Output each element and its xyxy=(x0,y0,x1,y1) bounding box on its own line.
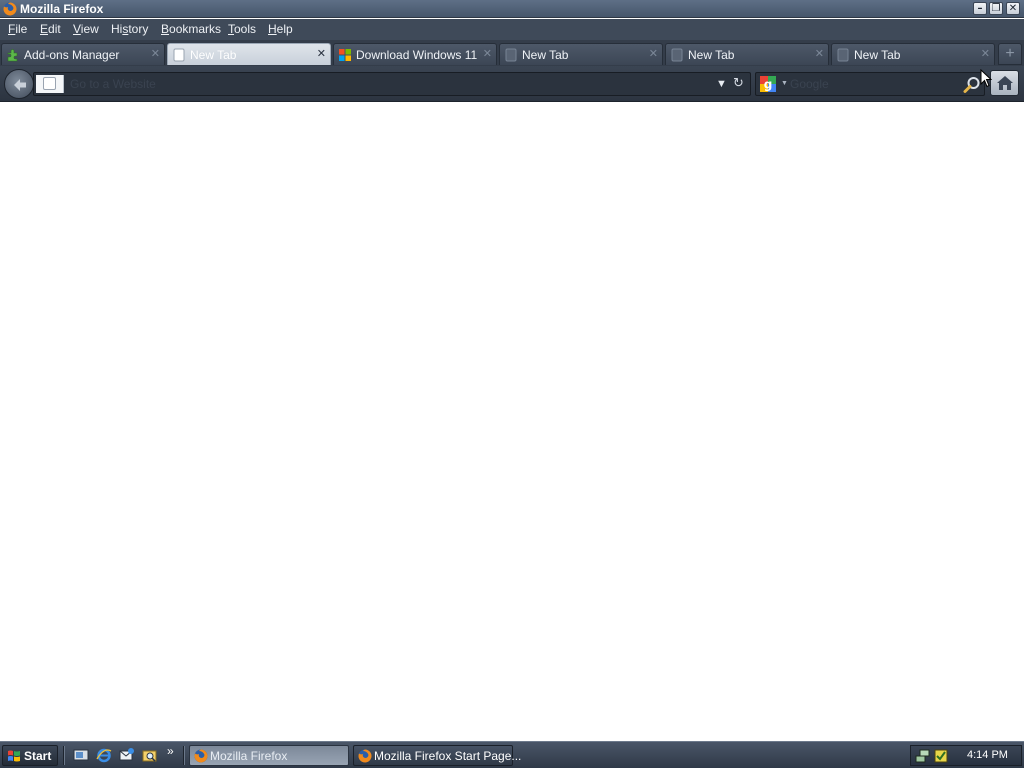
tab-new-tab[interactable]: New Tab ✕ xyxy=(831,43,995,65)
url-input[interactable] xyxy=(70,76,710,92)
tab-download-windows-11[interactable]: Download Windows 11 ✕ xyxy=(333,43,497,65)
windows-flag-icon xyxy=(7,749,21,766)
menu-file[interactable]: File xyxy=(8,22,27,36)
menu-history[interactable]: History xyxy=(111,22,148,36)
blank-page-icon xyxy=(670,48,684,62)
clock: 4:14 PM xyxy=(967,749,1008,761)
firefox-logo-icon xyxy=(3,2,17,19)
internet-explorer-icon[interactable] xyxy=(96,747,112,763)
taskbar-button-firefox-start-page[interactable]: Mozilla Firefox Start Page... xyxy=(353,745,521,766)
menu-tools[interactable]: Tools xyxy=(228,22,256,36)
new-tab-plus-icon[interactable]: + xyxy=(998,43,1022,65)
task-label: Mozilla Firefox Start Page... xyxy=(374,749,522,763)
close-tab-icon[interactable]: ✕ xyxy=(649,47,658,60)
close-tab-icon[interactable]: ✕ xyxy=(815,47,824,60)
tab-addons-manager[interactable]: Add-ons Manager ✕ xyxy=(1,43,165,65)
taskbar-separator xyxy=(183,746,185,765)
search-bar[interactable]: g ▼ xyxy=(755,72,985,96)
close-button[interactable]: ✕ xyxy=(1006,2,1020,15)
security-shield-icon[interactable] xyxy=(933,748,949,767)
blank-page-icon xyxy=(836,48,850,62)
taskbar-separator xyxy=(63,746,65,765)
close-tab-icon[interactable]: ✕ xyxy=(151,47,160,60)
tab-new-tab[interactable]: New Tab ✕ xyxy=(499,43,663,65)
google-icon[interactable]: g xyxy=(760,76,776,95)
window-title-bar: Mozilla Firefox – ❐ ✕ xyxy=(0,0,1024,18)
svg-text:g: g xyxy=(764,78,773,92)
firefox-logo-icon xyxy=(194,749,208,766)
engine-dropdown-icon[interactable]: ▼ xyxy=(781,80,788,87)
page-content-area[interactable] xyxy=(0,103,1024,741)
close-tab-icon[interactable]: ✕ xyxy=(981,47,990,60)
tab-label: New Tab xyxy=(522,48,569,62)
firefox-logo-icon xyxy=(358,749,372,766)
address-bar[interactable]: ▼ ↻ xyxy=(33,72,751,96)
show-desktop-icon[interactable] xyxy=(73,747,89,763)
start-label: Start xyxy=(24,749,52,763)
puzzle-icon xyxy=(6,48,20,62)
search-magnifier-icon[interactable] xyxy=(963,76,981,97)
menu-bookmarks[interactable]: Bookmarks xyxy=(161,22,221,36)
search-input[interactable] xyxy=(790,76,950,92)
minimize-button[interactable]: – xyxy=(973,2,987,15)
tab-label: New Tab xyxy=(190,48,237,62)
tab-new-tab-active[interactable]: New Tab ✕ xyxy=(167,43,331,65)
blank-page-icon xyxy=(172,48,186,62)
system-tray: 4:14 PM xyxy=(910,745,1022,766)
outlook-express-icon[interactable] xyxy=(119,747,135,763)
blank-page-icon xyxy=(504,48,518,62)
search-folder-icon[interactable] xyxy=(142,747,158,763)
window-title: Mozilla Firefox xyxy=(20,2,104,16)
history-dropdown-icon[interactable]: ▼ xyxy=(716,78,727,90)
back-arrow-icon xyxy=(14,79,26,91)
close-tab-icon[interactable]: ✕ xyxy=(483,47,492,60)
tab-label: Download Windows 11 xyxy=(356,48,478,62)
tab-label: Add-ons Manager xyxy=(24,48,120,62)
taskbar: Start » Mozilla Firefox Mozilla Firefox … xyxy=(0,741,1024,768)
menu-help[interactable]: Help xyxy=(268,22,293,36)
restore-button[interactable]: ❐ xyxy=(989,2,1003,15)
menu-bar: File Edit View History Bookmarks Tools H… xyxy=(0,19,1024,40)
tab-label: New Tab xyxy=(854,48,901,62)
task-label: Mozilla Firefox xyxy=(210,749,288,763)
close-tab-icon[interactable]: ✕ xyxy=(317,47,326,60)
home-button[interactable] xyxy=(990,70,1019,96)
home-icon xyxy=(997,76,1013,90)
tab-label: New Tab xyxy=(688,48,735,62)
mouse-pointer-icon xyxy=(980,68,993,91)
windows-logo-icon xyxy=(338,48,352,62)
site-identity-icon[interactable] xyxy=(36,75,64,93)
tab-new-tab[interactable]: New Tab ✕ xyxy=(665,43,829,65)
taskbar-button-firefox[interactable]: Mozilla Firefox xyxy=(189,745,349,766)
menu-edit[interactable]: Edit xyxy=(40,22,61,36)
network-icon[interactable] xyxy=(915,748,931,767)
start-button[interactable]: Start xyxy=(2,745,58,766)
menu-view[interactable]: View xyxy=(73,22,99,36)
quick-launch-more-icon[interactable]: » xyxy=(167,744,174,758)
back-button[interactable] xyxy=(4,69,34,99)
reload-icon[interactable]: ↻ xyxy=(733,76,744,91)
